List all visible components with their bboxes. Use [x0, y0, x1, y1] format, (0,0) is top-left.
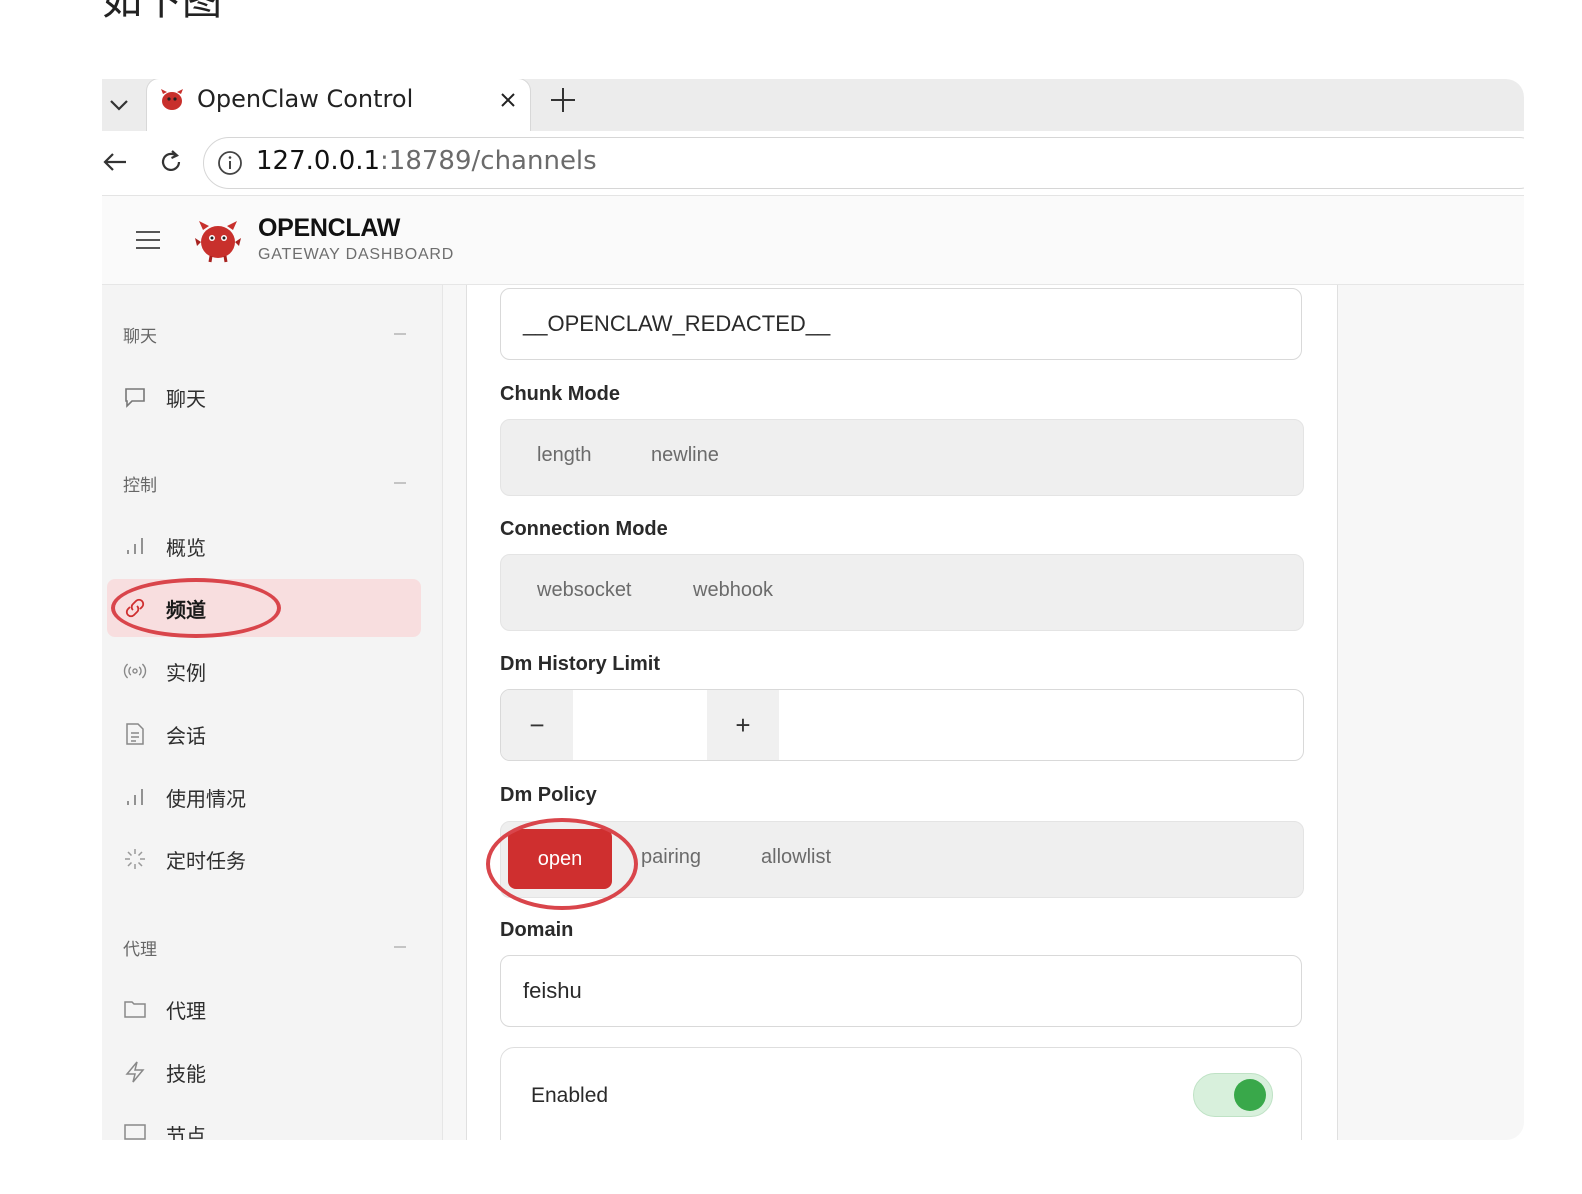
loader-icon: [123, 847, 147, 871]
hamburger-menu-icon: [136, 231, 160, 249]
page-caption: 如下图: [102, 0, 222, 24]
tab-list-button[interactable]: [102, 79, 136, 131]
sidebar-item-chat[interactable]: 聊天: [107, 368, 421, 426]
dm-policy-label: Dm Policy: [500, 784, 597, 806]
connection-mode-selector: websocket webhook: [500, 554, 1304, 631]
group-collapse-chat[interactable]: [394, 333, 406, 335]
tab-close-button[interactable]: [495, 87, 521, 113]
dm-policy-selector: open pairing allowlist: [500, 821, 1304, 898]
folder-icon: [123, 997, 147, 1021]
token-value: __OPENCLAW_REDACTED__: [523, 311, 831, 336]
dm-policy-option-pairing[interactable]: pairing: [641, 846, 701, 869]
openclaw-logo-icon: [161, 89, 183, 110]
tab-strip: OpenClaw Control: [102, 79, 1524, 131]
sidebar-item-label: 会话: [166, 724, 206, 748]
nav-group-label-agents: 代理: [123, 940, 157, 960]
chevron-down-icon: [110, 100, 128, 111]
nav-group-label-control: 控制: [123, 476, 157, 496]
sidebar-item-label: 聊天: [166, 387, 206, 411]
sidebar-item-cron-jobs[interactable]: 定时任务: [107, 830, 421, 888]
new-tab-button[interactable]: [548, 85, 578, 115]
sidebar-item-overview[interactable]: 概览: [107, 517, 421, 575]
group-collapse-agents[interactable]: [394, 946, 406, 948]
dm-policy-option-allowlist[interactable]: allowlist: [761, 846, 831, 869]
decrement-button[interactable]: −: [501, 690, 573, 760]
dm-history-limit-label: Dm History Limit: [500, 653, 661, 675]
chunk-mode-option-newline[interactable]: newline: [651, 444, 719, 467]
browser-toolbar: 127.0.0.1:18789/channels: [102, 131, 1524, 196]
dm-history-limit-input[interactable]: [573, 690, 708, 760]
toggle-knob: [1234, 1079, 1266, 1111]
nav-group-label-chat: 聊天: [123, 327, 157, 347]
dm-policy-option-open[interactable]: open: [508, 829, 612, 889]
sidebar-item-channels[interactable]: 频道: [107, 579, 421, 637]
enabled-label: Enabled: [531, 1084, 609, 1107]
url-host: 127.0.0.1: [256, 146, 381, 176]
increment-button[interactable]: +: [707, 690, 779, 760]
sidebar-item-label: 代理: [166, 999, 206, 1023]
enabled-toggle[interactable]: [1193, 1073, 1273, 1117]
domain-input[interactable]: feishu: [500, 955, 1302, 1027]
sidebar-item-nodes[interactable]: 节点: [107, 1105, 421, 1140]
broadcast-icon: [123, 659, 147, 683]
sidebar-item-sessions[interactable]: 会话: [107, 705, 421, 763]
dm-history-limit-stepper: − +: [500, 689, 1304, 761]
url-path: :18789/channels: [380, 146, 597, 176]
bar-chart-icon: [123, 534, 147, 558]
menu-button[interactable]: [134, 226, 162, 254]
reload-button[interactable]: [156, 147, 186, 177]
document-icon: [123, 722, 147, 746]
brand-subtitle: GATEWAY DASHBOARD: [258, 246, 455, 263]
main-content: __OPENCLAW_REDACTED__ Chunk Mode length …: [443, 285, 1524, 1140]
domain-label: Domain: [500, 919, 574, 941]
brand-title: OPENCLAW: [258, 214, 401, 242]
sidebar-item-label: 定时任务: [166, 849, 246, 873]
info-icon[interactable]: [217, 150, 243, 176]
channel-config-panel: __OPENCLAW_REDACTED__ Chunk Mode length …: [466, 285, 1338, 1140]
browser-tab[interactable]: OpenClaw Control: [147, 79, 530, 131]
plus-icon: [551, 88, 575, 112]
openclaw-logo-icon: [195, 221, 241, 263]
sidebar-item-agents[interactable]: 代理: [107, 980, 421, 1038]
connection-mode-option-webhook[interactable]: webhook: [693, 579, 773, 602]
sidebar-item-label: 概览: [166, 536, 206, 560]
enabled-setting: Enabled: [500, 1047, 1302, 1140]
token-field[interactable]: __OPENCLAW_REDACTED__: [500, 288, 1302, 360]
address-bar[interactable]: 127.0.0.1:18789/channels: [203, 137, 1524, 189]
connection-mode-label: Connection Mode: [500, 518, 668, 540]
monitor-icon: [123, 1122, 147, 1140]
chunk-mode-label: Chunk Mode: [500, 383, 620, 405]
app-header: OPENCLAW GATEWAY DASHBOARD: [102, 196, 1524, 285]
zap-icon: [123, 1060, 147, 1084]
sidebar-item-label: 实例: [166, 661, 206, 685]
link-icon: [123, 596, 147, 620]
arrow-left-icon: [103, 153, 126, 171]
chunk-mode-option-length[interactable]: length: [537, 444, 592, 467]
domain-value: feishu: [523, 978, 582, 1003]
group-collapse-control[interactable]: [394, 482, 406, 484]
bar-chart-icon: [123, 785, 147, 809]
message-icon: [123, 385, 147, 409]
close-icon: [501, 93, 515, 107]
back-button[interactable]: [102, 147, 130, 177]
sidebar-item-label: 使用情况: [166, 787, 246, 811]
reload-icon: [161, 150, 181, 171]
tab-title: OpenClaw Control: [197, 85, 414, 113]
sidebar: 聊天 聊天 控制 概览 频道 实例 会话 使用情况 定时任务 代理 代理 技能 …: [102, 285, 443, 1140]
sidebar-item-label: 频道: [166, 598, 206, 622]
sidebar-item-label: 技能: [166, 1062, 206, 1086]
browser-window: OpenClaw Control 127.0.0.1:18789/channel…: [102, 79, 1524, 1140]
sidebar-item-instances[interactable]: 实例: [107, 642, 421, 700]
chunk-mode-selector: length newline: [500, 419, 1304, 496]
url-text: 127.0.0.1:18789/channels: [256, 146, 597, 176]
sidebar-item-label: 节点: [166, 1124, 206, 1140]
connection-mode-option-websocket[interactable]: websocket: [537, 579, 632, 602]
sidebar-item-usage[interactable]: 使用情况: [107, 768, 421, 826]
sidebar-item-skills[interactable]: 技能: [107, 1043, 421, 1101]
